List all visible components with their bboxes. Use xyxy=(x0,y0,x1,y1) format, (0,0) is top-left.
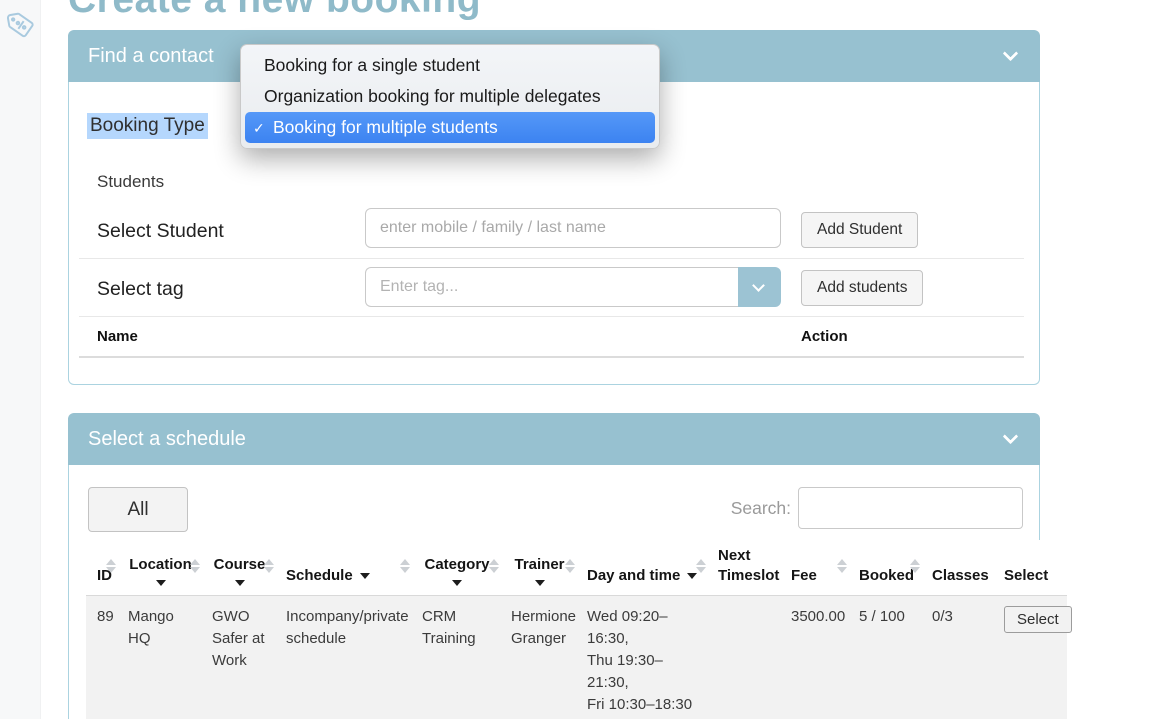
sort-arrows-icon[interactable] xyxy=(190,559,200,573)
contacts-name-header: Name xyxy=(97,328,138,345)
left-sidebar xyxy=(0,0,41,719)
add-students-button[interactable]: Add students xyxy=(801,270,923,306)
booking-type-option[interactable]: ✓Booking for multiple students xyxy=(245,112,655,143)
schedule-table-header-row: ID Location Course Schedule Category Trainer D… xyxy=(86,540,1067,596)
sort-arrows-icon[interactable] xyxy=(489,559,499,573)
cell-day-and-time: Wed 09:20–16:30, Thu 19:30–21:30, Fri 10… xyxy=(576,596,707,719)
collapse-chevron-icon xyxy=(1003,429,1019,445)
filter-caret-icon[interactable] xyxy=(687,573,697,579)
column-label: Select xyxy=(1004,567,1048,584)
column-header-location[interactable]: Location xyxy=(117,540,201,596)
cell-course: GWO Safer at Work xyxy=(201,596,275,719)
sort-arrows-icon[interactable] xyxy=(400,559,410,573)
column-label: Classes xyxy=(932,567,989,584)
tag-input[interactable] xyxy=(365,267,738,307)
filter-caret-icon[interactable] xyxy=(235,580,245,586)
page-title: Create a new booking xyxy=(68,0,481,22)
column-label: Booked xyxy=(859,567,914,584)
discount-tag-icon[interactable] xyxy=(7,11,35,44)
booking-type-label: Booking Type xyxy=(87,113,208,139)
column-header-day-and-time[interactable]: Day and time xyxy=(576,540,707,596)
booking-type-option[interactable]: Booking for a single student xyxy=(241,50,659,81)
students-heading: Students xyxy=(97,172,164,192)
find-contact-title: Find a contact xyxy=(88,45,214,68)
sort-arrows-icon[interactable] xyxy=(565,559,575,573)
collapse-chevron-icon xyxy=(1003,46,1019,62)
schedule-row: 89Mango HQGWO Safer at WorkIncompany/pri… xyxy=(86,596,1067,719)
column-header-category[interactable]: Category xyxy=(411,540,500,596)
column-header-select: Select xyxy=(993,540,1067,596)
schedule-panel-title: Select a schedule xyxy=(88,428,246,451)
divider xyxy=(79,258,1024,259)
column-label: Fee xyxy=(791,567,817,584)
select-schedule-button[interactable]: Select xyxy=(1004,606,1072,633)
sort-arrows-icon[interactable] xyxy=(264,559,274,573)
cell-select: Select xyxy=(993,596,1067,719)
cell-fee: 3500.00 xyxy=(780,596,848,719)
cell-location: Mango HQ xyxy=(117,596,201,719)
select-tag-label: Select tag xyxy=(97,278,184,301)
column-header-classes: Classes xyxy=(921,540,993,596)
student-search-input[interactable] xyxy=(365,208,781,248)
checkmark-icon: ✓ xyxy=(253,113,273,144)
divider xyxy=(79,316,1024,317)
column-header-id[interactable]: ID xyxy=(86,540,117,596)
chevron-down-icon xyxy=(752,279,765,292)
schedule-panel: Select a schedule All Search: ID Location… xyxy=(68,413,1040,719)
sort-arrows-icon[interactable] xyxy=(910,559,920,573)
column-header-booked[interactable]: Booked xyxy=(848,540,921,596)
column-label: Location xyxy=(129,555,192,575)
sort-arrows-icon[interactable] xyxy=(696,559,706,573)
filter-caret-icon[interactable] xyxy=(360,573,370,579)
cell-schedule: Incompany/private schedule xyxy=(275,596,411,719)
schedule-panel-body: All Search: ID Location Course Schedule Cate… xyxy=(68,465,1040,719)
filter-caret-icon[interactable] xyxy=(452,580,462,586)
booking-type-option[interactable]: Organization booking for multiple delega… xyxy=(241,81,659,112)
column-header-course[interactable]: Course xyxy=(201,540,275,596)
cell-classes: 0/3 xyxy=(921,596,993,719)
column-label: Trainer xyxy=(514,555,564,575)
filter-caret-icon[interactable] xyxy=(535,580,545,586)
booking-type-menu: Booking for a single studentOrganization… xyxy=(240,44,660,149)
add-student-button[interactable]: Add Student xyxy=(801,212,918,248)
column-header-next-timeslot: Next Timeslot xyxy=(707,540,780,596)
sort-arrows-icon[interactable] xyxy=(837,559,847,573)
tag-dropdown-button[interactable] xyxy=(738,267,781,307)
cell-booked: 5 / 100 xyxy=(848,596,921,719)
schedule-table: ID Location Course Schedule Category Trainer D… xyxy=(86,540,1067,719)
cell-next-timeslot xyxy=(707,596,780,719)
select-student-label: Select Student xyxy=(97,220,224,243)
column-label: Schedule xyxy=(286,567,353,584)
column-header-trainer[interactable]: Trainer xyxy=(500,540,576,596)
sort-arrows-icon[interactable] xyxy=(106,559,116,573)
cell-trainer: Hermione Granger xyxy=(500,596,576,719)
schedule-table-wrap: ID Location Course Schedule Category Trainer D… xyxy=(86,540,1067,719)
cell-id: 89 xyxy=(86,596,117,719)
search-label: Search: xyxy=(671,498,791,519)
cell-category: CRM Training xyxy=(411,596,500,719)
column-label: Category xyxy=(424,555,489,575)
column-label: Course xyxy=(214,555,266,575)
filter-all-button[interactable]: All xyxy=(88,487,188,532)
search-input[interactable] xyxy=(798,487,1023,529)
contacts-action-header: Action xyxy=(801,328,848,345)
column-header-fee[interactable]: Fee xyxy=(780,540,848,596)
filter-caret-icon[interactable] xyxy=(156,580,166,586)
table-header-underline xyxy=(79,356,1024,358)
column-label: Day and time xyxy=(587,567,680,584)
schedule-panel-header[interactable]: Select a schedule xyxy=(68,413,1040,465)
tag-input-group xyxy=(365,267,781,307)
column-header-schedule[interactable]: Schedule xyxy=(275,540,411,596)
column-label: Next Timeslot xyxy=(718,547,779,584)
